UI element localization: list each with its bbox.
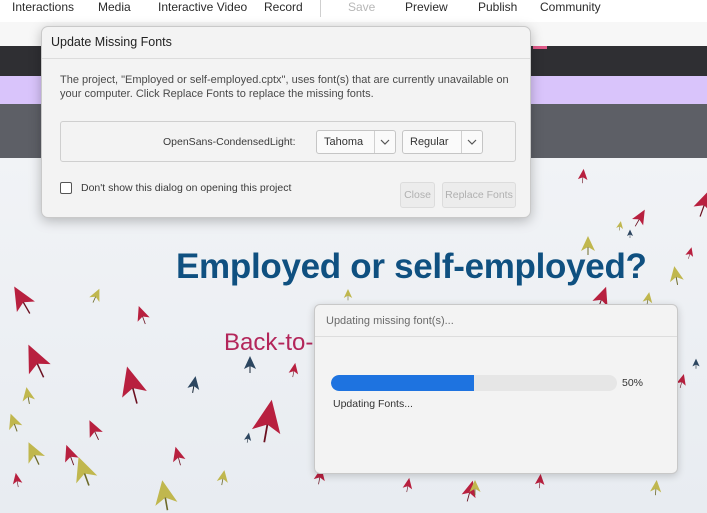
chevron-down-icon (374, 131, 395, 153)
progress-status: Updating Fonts... (333, 398, 413, 410)
umbrella-olive-icon (87, 285, 105, 306)
chevron-down-icon (461, 131, 482, 153)
preview-button[interactable]: Preview (405, 0, 448, 15)
umbrella-red-icon (168, 444, 188, 468)
umbrella-olive-icon (150, 477, 180, 513)
publish-button[interactable]: Publish (478, 0, 517, 15)
dont-show-checkbox[interactable] (60, 182, 72, 194)
menu-bar: Interactions Media Interactive Video Rec… (0, 0, 707, 23)
umbrella-olive-icon (67, 452, 101, 491)
replacement-font-select[interactable]: Tahoma (316, 130, 396, 154)
umbrella-navy-icon (243, 355, 257, 374)
menu-interactions[interactable]: Interactions (12, 0, 74, 15)
replacement-style-select[interactable]: Regular (402, 130, 483, 154)
progress-bar-fill (331, 375, 474, 391)
umbrella-olive-icon (615, 220, 625, 232)
dialog-title: Update Missing Fonts (51, 35, 172, 49)
progress-percent: 50% (622, 377, 644, 389)
community-button[interactable]: Community (540, 0, 601, 15)
umbrella-red-icon (534, 473, 546, 489)
umbrella-red-icon (249, 396, 287, 446)
umbrella-navy-icon (626, 229, 634, 239)
umbrella-red-icon (59, 441, 81, 469)
umbrella-red-icon (10, 471, 24, 489)
umbrella-olive-icon (649, 479, 663, 497)
menu-interactive-video[interactable]: Interactive Video (158, 0, 247, 15)
menu-record[interactable]: Record (264, 0, 303, 15)
progress-divider (315, 336, 677, 337)
progress-title: Updating missing font(s)... (326, 315, 454, 327)
umbrella-olive-icon (19, 437, 48, 470)
progress-bar (331, 375, 617, 391)
slide-title: Employed or self-employed? (176, 247, 647, 286)
close-button[interactable]: Close (400, 182, 435, 208)
menu-separator (320, 0, 321, 17)
menu-media[interactable]: Media (98, 0, 131, 15)
umbrella-navy-icon (243, 431, 253, 444)
umbrella-red-icon (401, 476, 415, 494)
slide-subtitle: Back-to-l (224, 329, 319, 356)
dialog-message: The project, "Employed or self-employed.… (60, 74, 509, 100)
umbrella-olive-icon (3, 410, 25, 435)
umbrella-red-icon (4, 280, 40, 320)
update-missing-fonts-dialog: Update Missing Fonts The project, "Emplo… (41, 26, 531, 218)
replace-fonts-button[interactable]: Replace Fonts (442, 182, 516, 208)
umbrella-red-icon (82, 416, 106, 444)
accent-edge (533, 46, 547, 49)
umbrella-olive-icon (215, 468, 231, 487)
umbrella-red-icon (684, 245, 696, 261)
umbrella-red-icon (132, 303, 152, 327)
replacement-style-value: Regular (410, 136, 449, 148)
umbrella-red-icon (690, 185, 707, 221)
umbrella-red-icon (16, 338, 56, 384)
umbrella-red-icon (113, 362, 151, 408)
font-update-progress-dialog: Updating missing font(s)... 50% Updating… (314, 304, 678, 474)
umbrella-olive-icon (666, 264, 685, 287)
umbrella-navy-icon (186, 374, 202, 395)
umbrella-olive-icon (19, 385, 37, 406)
umbrella-navy-icon (692, 358, 700, 370)
font-mapping-row: OpenSans-CondensedLight: Tahoma Regular (60, 121, 516, 162)
missing-font-name: OpenSans-CondensedLight: (163, 136, 296, 148)
dont-show-label: Don't show this dialog on opening this p… (81, 182, 292, 194)
save-button[interactable]: Save (348, 0, 375, 15)
umbrella-red-icon (287, 361, 301, 379)
replacement-font-value: Tahoma (324, 136, 364, 148)
umbrella-red-icon (629, 206, 651, 230)
dialog-divider (42, 58, 530, 59)
umbrella-olive-icon (343, 288, 353, 301)
umbrella-red-icon (577, 168, 589, 184)
